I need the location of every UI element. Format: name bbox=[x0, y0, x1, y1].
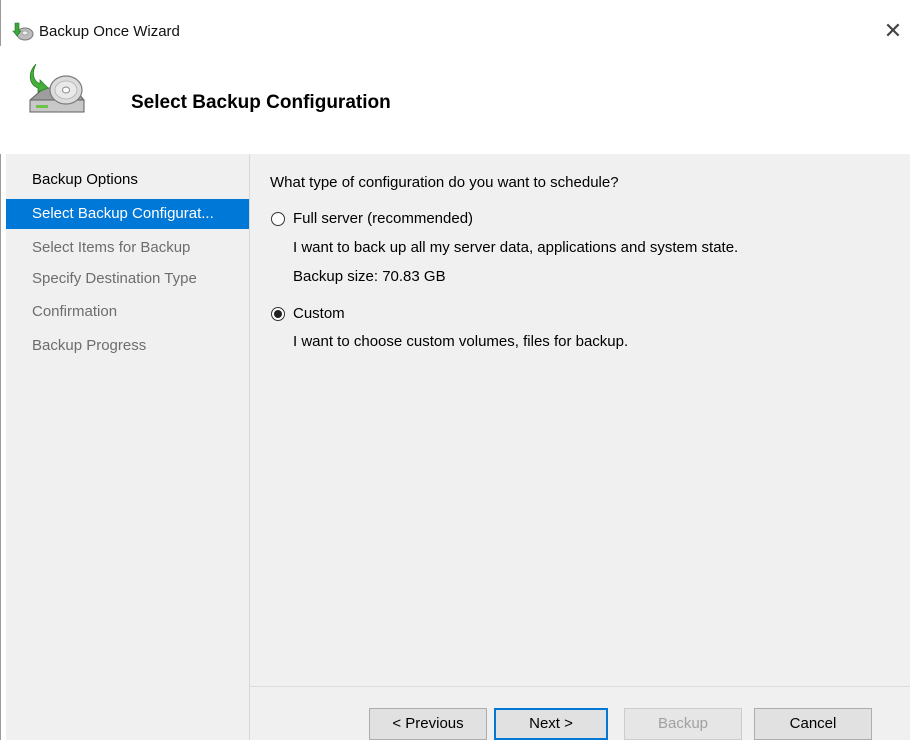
custom-radio[interactable] bbox=[271, 307, 285, 321]
full-server-radio[interactable] bbox=[271, 212, 285, 226]
full-server-description: I want to back up all my server data, ap… bbox=[293, 239, 739, 256]
window-title: Backup Once Wizard bbox=[39, 23, 180, 40]
radio-selected-dot bbox=[274, 310, 282, 318]
backup-disk-icon bbox=[29, 63, 85, 113]
page-title: Select Backup Configuration bbox=[131, 92, 391, 113]
step-backup-progress: Backup Progress bbox=[32, 337, 147, 354]
full-server-label[interactable]: Full server (recommended) bbox=[293, 210, 473, 227]
next-button[interactable]: Next > bbox=[494, 708, 608, 740]
step-specify-destination-type: Specify Destination Type bbox=[32, 270, 197, 287]
backup-wizard-icon bbox=[12, 22, 34, 41]
backup-button[interactable]: Backup bbox=[624, 708, 742, 740]
backup-size-text: Backup size: 70.83 GB bbox=[293, 268, 446, 285]
step-confirmation: Confirmation bbox=[32, 303, 118, 320]
custom-description: I want to choose custom volumes, files f… bbox=[293, 333, 629, 350]
wizard-steps-nav: Backup Options Select Backup Configurat.… bbox=[6, 154, 249, 740]
title-bar: Backup Once Wizard ✕ bbox=[0, 0, 910, 46]
custom-label[interactable]: Custom bbox=[293, 305, 345, 322]
step-select-items-for-backup: Select Items for Backup bbox=[32, 239, 191, 256]
configuration-question: What type of configuration do you want t… bbox=[270, 174, 619, 191]
previous-button[interactable]: < Previous bbox=[369, 708, 487, 740]
step-select-backup-configuration[interactable]: Select Backup Configurat... bbox=[6, 199, 249, 229]
content-panel bbox=[250, 154, 910, 686]
cancel-button[interactable]: Cancel bbox=[754, 708, 872, 740]
close-icon[interactable]: ✕ bbox=[876, 14, 910, 48]
step-backup-options[interactable]: Backup Options bbox=[6, 165, 249, 195]
